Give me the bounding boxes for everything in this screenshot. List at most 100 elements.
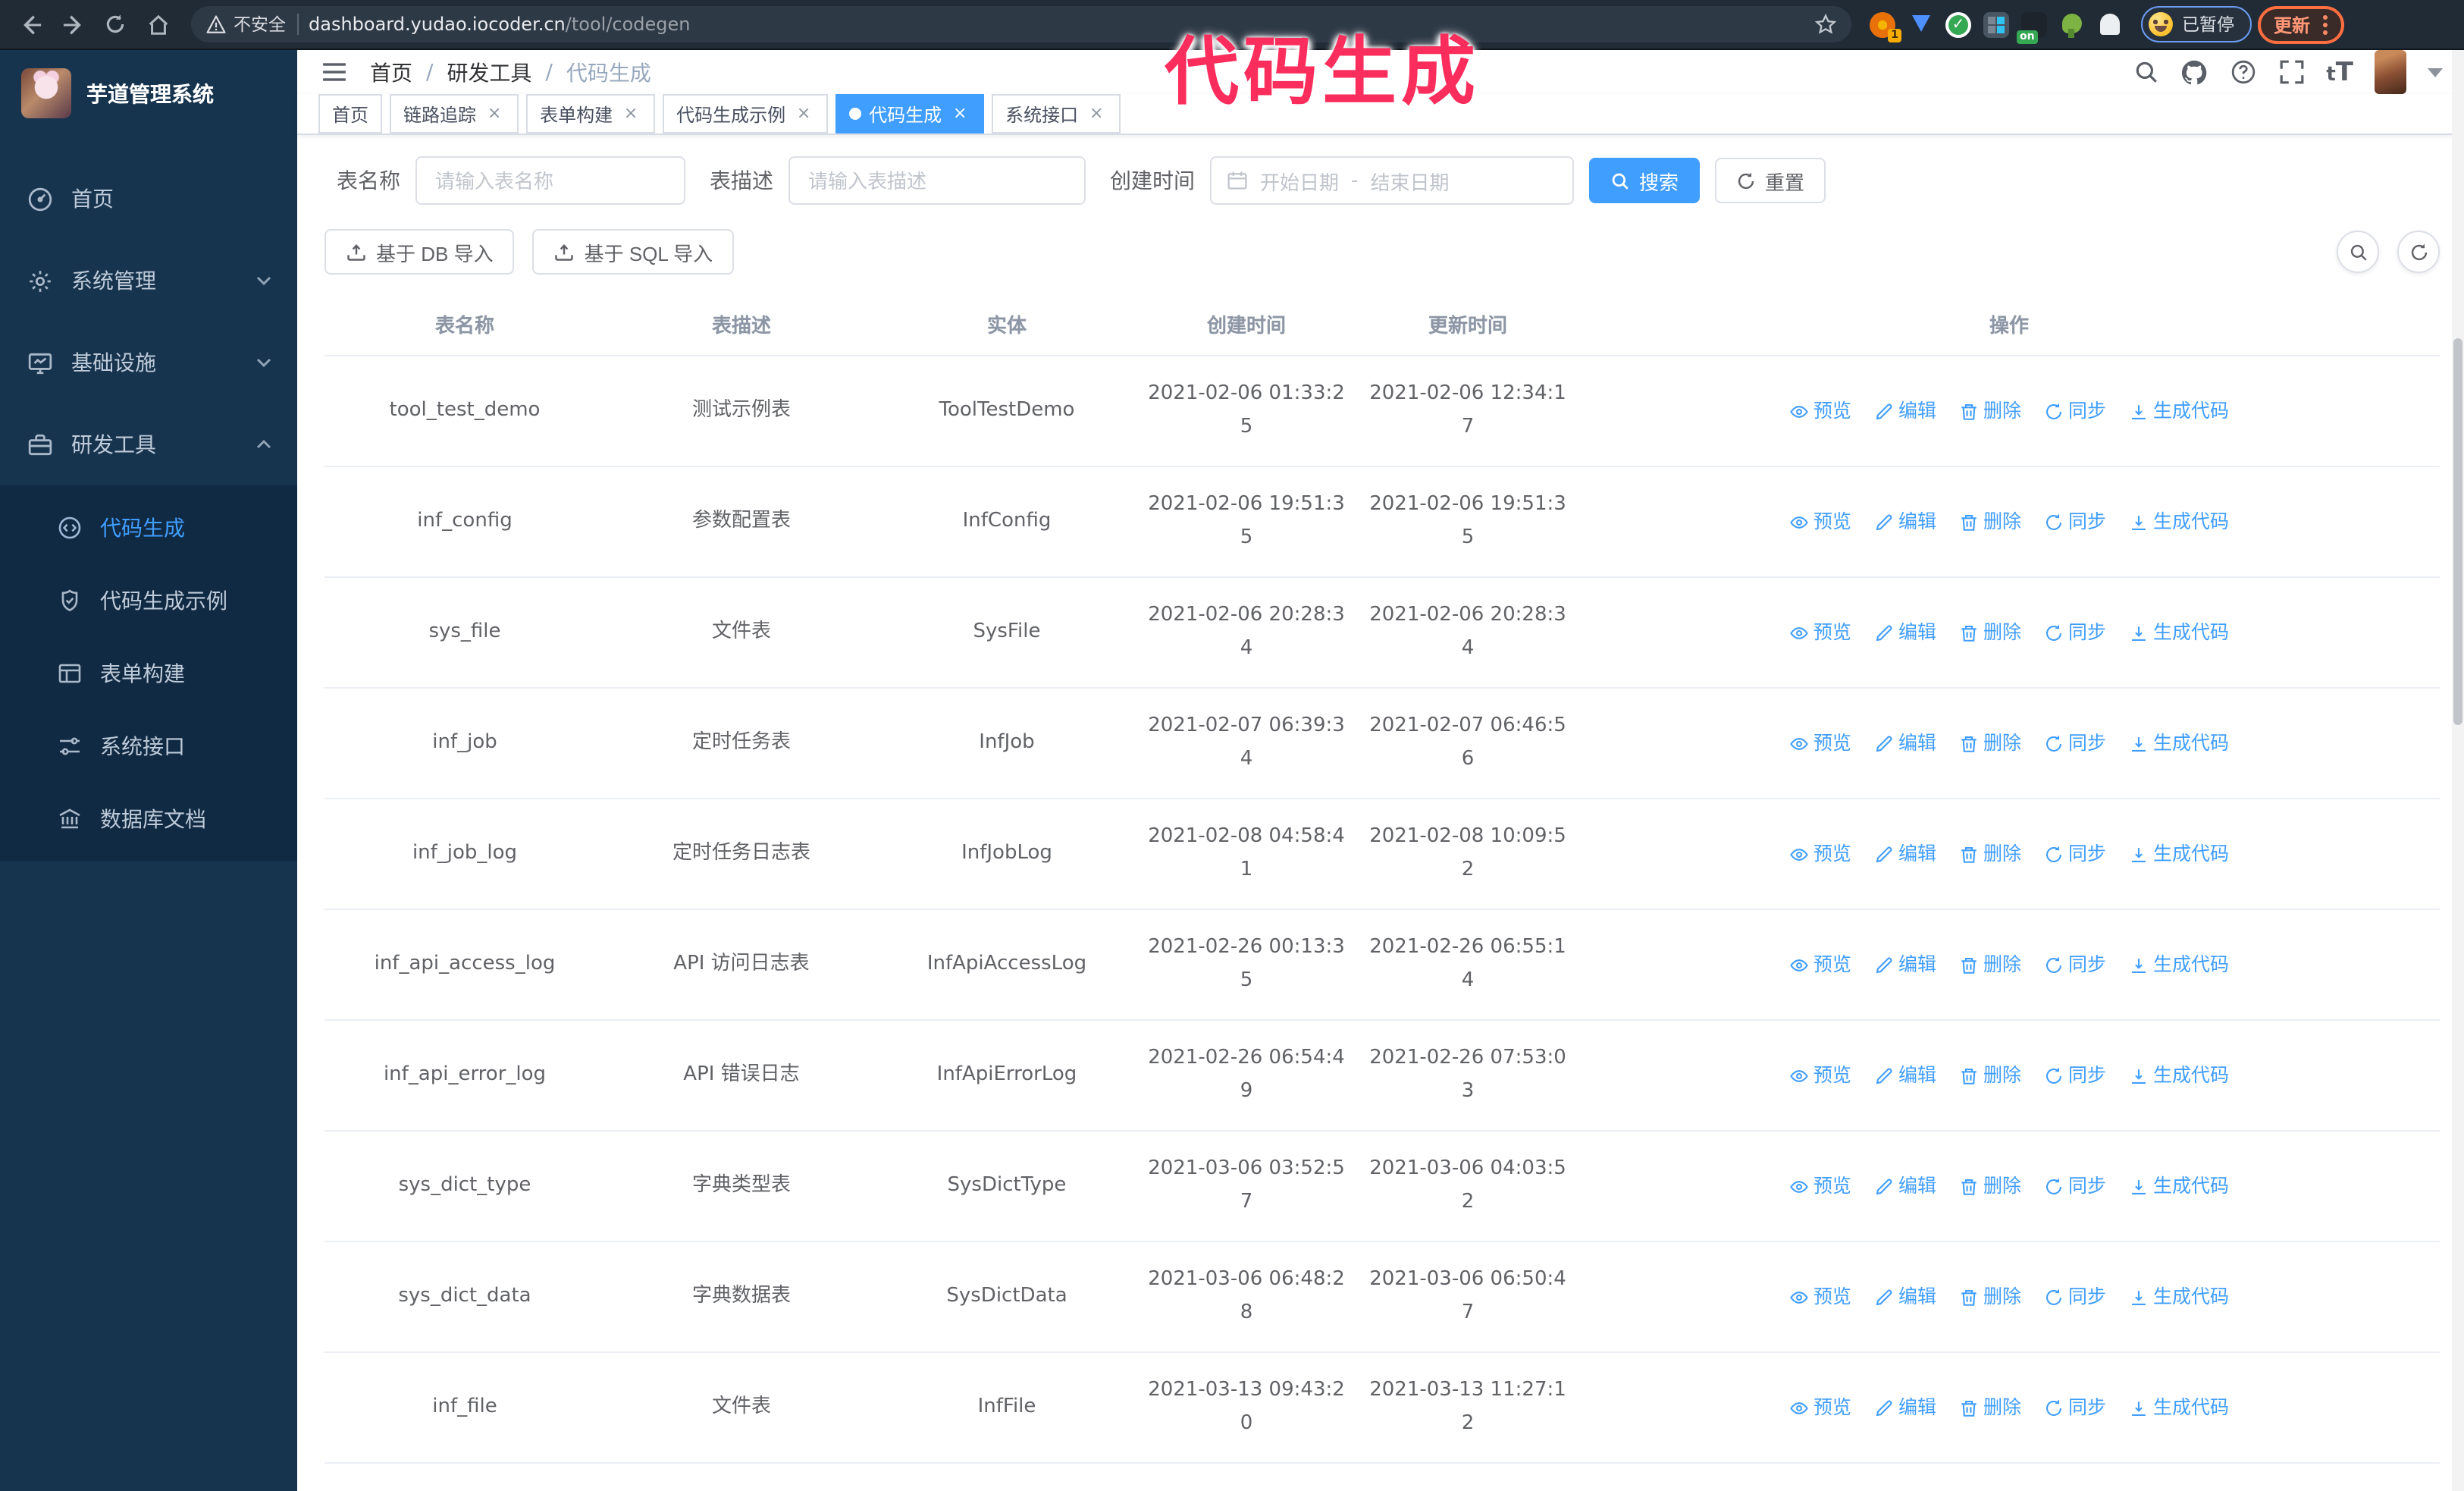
delete-link[interactable]: 删除	[1959, 616, 2021, 649]
extension-icon-3[interactable]	[1945, 11, 1971, 37]
generate-code-link[interactable]: 生成代码	[2129, 727, 2229, 760]
user-avatar[interactable]	[2375, 50, 2406, 94]
sidebar-item-system[interactable]: 系统管理	[0, 240, 297, 322]
fullscreen-icon[interactable]	[2277, 58, 2305, 86]
preview-link[interactable]: 预览	[1789, 394, 1851, 428]
import-sql-button[interactable]: 基于 SQL 导入	[532, 229, 735, 275]
delete-link[interactable]: 删除	[1959, 394, 2021, 428]
address-bar[interactable]: 不安全 dashboard.yudao.iocoder.cn/tool/code…	[191, 6, 1851, 42]
preview-link[interactable]: 预览	[1789, 1391, 1851, 1424]
chrome-menu-icon[interactable]	[2322, 14, 2328, 34]
sync-link[interactable]: 同步	[2044, 837, 2106, 871]
profile-paused-badge[interactable]: 已暂停	[2141, 6, 2251, 42]
search-icon[interactable]	[2132, 58, 2159, 86]
extension-icon-4[interactable]	[1983, 11, 2009, 37]
sidebar-item-codegen[interactable]: 代码生成	[0, 491, 297, 564]
generate-code-link[interactable]: 生成代码	[2129, 1280, 2229, 1314]
date-range-picker[interactable]: 开始日期 - 结束日期	[1210, 156, 1574, 205]
generate-code-link[interactable]: 生成代码	[2129, 1391, 2229, 1424]
generate-code-link[interactable]: 生成代码	[2129, 394, 2229, 428]
toggle-search-icon[interactable]	[2337, 231, 2379, 273]
delete-link[interactable]: 删除	[1959, 1280, 2021, 1314]
generate-code-link[interactable]: 生成代码	[2129, 505, 2229, 538]
generate-code-link[interactable]: 生成代码	[2129, 1169, 2229, 1203]
sync-link[interactable]: 同步	[2044, 948, 2106, 981]
delete-link[interactable]: 删除	[1959, 837, 2021, 871]
url-text[interactable]: dashboard.yudao.iocoder.cn/tool/codegen	[309, 14, 691, 35]
preview-link[interactable]: 预览	[1789, 727, 1851, 760]
edit-link[interactable]: 编辑	[1874, 1169, 1936, 1203]
help-icon[interactable]	[2229, 58, 2256, 86]
extension-icon-5[interactable]: on	[2017, 11, 2047, 43]
preview-link[interactable]: 预览	[1789, 837, 1851, 871]
browser-update-button[interactable]: 更新	[2257, 5, 2344, 43]
edit-link[interactable]: 编辑	[1874, 1280, 1936, 1314]
table-desc-input[interactable]	[788, 156, 1086, 205]
generate-code-link[interactable]: 生成代码	[2129, 948, 2229, 981]
close-icon[interactable]: ×	[620, 103, 641, 124]
extension-icon-2[interactable]	[1908, 11, 1933, 37]
search-button[interactable]: 搜索	[1589, 158, 1701, 203]
delete-link[interactable]: 删除	[1959, 1169, 2021, 1203]
avatar-caret-icon[interactable]	[2428, 67, 2443, 77]
tab-home[interactable]: 首页	[318, 94, 383, 133]
scrollbar-thumb[interactable]	[2453, 338, 2462, 725]
refresh-table-icon[interactable]	[2397, 231, 2440, 273]
extension-icon-6[interactable]	[2059, 11, 2085, 37]
edit-link[interactable]: 编辑	[1874, 616, 1936, 649]
sidebar-fold-icon[interactable]	[318, 57, 349, 87]
close-icon[interactable]: ×	[484, 103, 505, 124]
generate-code-link[interactable]: 生成代码	[2129, 616, 2229, 649]
back-icon[interactable]	[12, 6, 49, 42]
sync-link[interactable]: 同步	[2044, 1169, 2106, 1203]
close-icon[interactable]: ×	[949, 103, 970, 124]
preview-link[interactable]: 预览	[1789, 1169, 1851, 1203]
sidebar-item-infra[interactable]: 基础设施	[0, 322, 297, 403]
security-warning[interactable]: 不安全	[206, 12, 286, 36]
edit-link[interactable]: 编辑	[1874, 727, 1936, 760]
sync-link[interactable]: 同步	[2044, 1391, 2106, 1424]
edit-link[interactable]: 编辑	[1874, 837, 1936, 871]
tab-tracing[interactable]: 链路追踪 ×	[390, 94, 519, 133]
preview-link[interactable]: 预览	[1789, 1059, 1851, 1092]
tab-codegen-demo[interactable]: 代码生成示例 ×	[663, 94, 829, 133]
sync-link[interactable]: 同步	[2044, 616, 2106, 649]
home-icon[interactable]	[140, 6, 176, 42]
edit-link[interactable]: 编辑	[1874, 505, 1936, 538]
sidebar-item-system-api[interactable]: 系统接口	[0, 710, 297, 783]
forward-icon[interactable]	[55, 6, 91, 42]
reset-button[interactable]: 重置	[1715, 158, 1826, 203]
delete-link[interactable]: 删除	[1959, 1059, 2021, 1092]
page-scrollbar[interactable]	[2452, 50, 2464, 1491]
generate-code-link[interactable]: 生成代码	[2129, 837, 2229, 871]
tab-codegen[interactable]: 代码生成 ×	[835, 94, 985, 133]
table-name-input[interactable]	[415, 156, 685, 205]
bookmark-star-icon[interactable]	[1815, 14, 1836, 35]
delete-link[interactable]: 删除	[1959, 1391, 2021, 1424]
delete-link[interactable]: 删除	[1959, 727, 2021, 760]
edit-link[interactable]: 编辑	[1874, 394, 1936, 428]
edit-link[interactable]: 编辑	[1874, 1059, 1936, 1092]
edit-link[interactable]: 编辑	[1874, 948, 1936, 981]
close-icon[interactable]: ×	[1086, 103, 1107, 124]
sidebar-item-form-builder[interactable]: 表单构建	[0, 637, 297, 710]
sync-link[interactable]: 同步	[2044, 727, 2106, 760]
delete-link[interactable]: 删除	[1959, 948, 2021, 981]
extension-icon-7[interactable]	[2097, 11, 2123, 37]
sidebar-item-db-doc[interactable]: 数据库文档	[0, 783, 297, 855]
sidebar-item-home[interactable]: 首页	[0, 158, 297, 240]
sidebar-item-codegen-demo[interactable]: 代码生成示例	[0, 564, 297, 637]
tab-system-api[interactable]: 系统接口 ×	[992, 94, 1121, 133]
tab-form-builder[interactable]: 表单构建 ×	[526, 94, 656, 133]
font-size-icon[interactable]: tT	[2326, 57, 2353, 87]
preview-link[interactable]: 预览	[1789, 948, 1851, 981]
sync-link[interactable]: 同步	[2044, 1059, 2106, 1092]
github-icon[interactable]	[2180, 58, 2208, 86]
app-logo-row[interactable]: 芋道管理系统	[0, 50, 297, 140]
extension-icon-1[interactable]: 1	[1870, 11, 1901, 42]
edit-link[interactable]: 编辑	[1874, 1391, 1936, 1424]
generate-code-link[interactable]: 生成代码	[2129, 1059, 2229, 1092]
sync-link[interactable]: 同步	[2044, 1280, 2106, 1314]
reload-icon[interactable]	[97, 6, 133, 42]
sync-link[interactable]: 同步	[2044, 505, 2106, 538]
